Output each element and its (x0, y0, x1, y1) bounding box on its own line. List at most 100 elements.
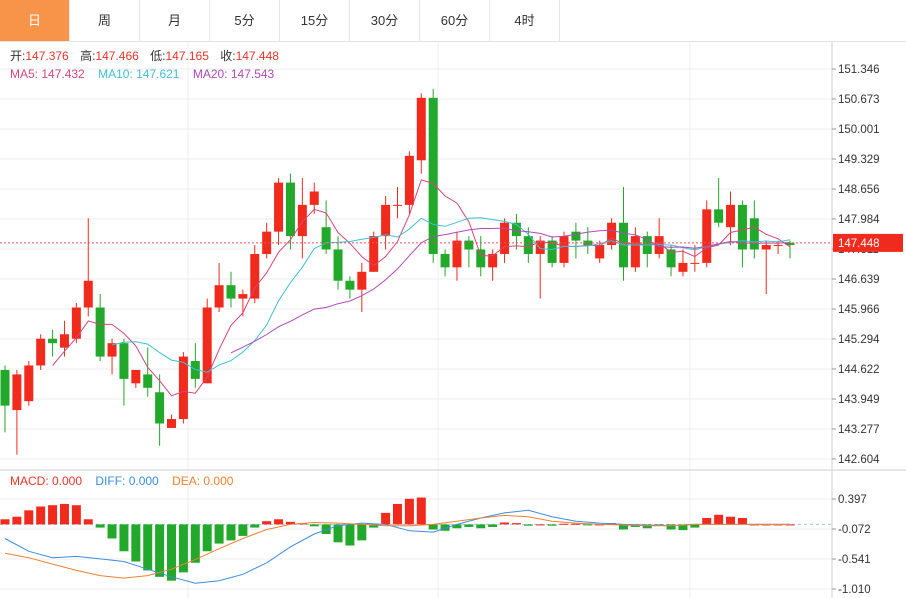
candle (416, 93, 426, 174)
candle (143, 347, 153, 397)
ma5-label: MA5: (10, 67, 41, 81)
candle-body (404, 155, 414, 205)
candle (500, 218, 510, 263)
macd-tick-label: 0.397 (838, 494, 867, 506)
candle-body (167, 419, 177, 428)
candle (452, 231, 462, 281)
macd-bar (226, 524, 236, 541)
candle (274, 178, 284, 246)
candle (488, 249, 498, 281)
candle-body (250, 253, 260, 299)
price-tick-label: 143.949 (838, 394, 880, 406)
macd-bar (404, 498, 414, 525)
macd-bar (523, 524, 533, 526)
candle-body (571, 231, 581, 241)
candle-body (178, 356, 188, 420)
macd-bar (262, 521, 272, 525)
candle (214, 262, 224, 312)
macd-bar (107, 524, 117, 539)
macd-bar (238, 524, 248, 536)
candle-body (119, 343, 129, 379)
candle-body (321, 227, 331, 250)
price-tick-label: 149.329 (838, 154, 880, 166)
price-tick-label: 144.622 (838, 364, 880, 376)
macd-bar (274, 519, 284, 525)
candle (737, 200, 747, 268)
candle (36, 334, 46, 370)
chart-grid (0, 42, 906, 598)
dea-value: 0.000 (203, 474, 233, 488)
macd-bar (167, 524, 177, 581)
candle-body (226, 285, 236, 299)
candle-body (416, 97, 426, 161)
macd-bar (381, 512, 391, 525)
ma20-label: MA20: (193, 67, 231, 81)
candle (393, 187, 402, 219)
macd-bar (476, 524, 486, 529)
candle-body (452, 240, 462, 268)
candle (48, 329, 58, 357)
diff-label: DIFF: (95, 474, 128, 488)
candle-body (678, 262, 688, 272)
macd-bar (12, 516, 22, 525)
price-tick-label: 148.656 (838, 184, 880, 196)
candle-body (24, 365, 34, 402)
dea-label: DEA: (172, 474, 203, 488)
macd-bar (416, 497, 426, 525)
price-axis: 151.346 150.673 150.001 149.329 148.656 147.9… (832, 64, 880, 466)
ma5-line (52, 179, 791, 397)
price-tick-label: 142.604 (838, 454, 880, 466)
candle-body (702, 209, 712, 263)
macd-bar (571, 523, 581, 525)
candle (24, 361, 34, 406)
macd-bar (48, 505, 58, 525)
candle-body (714, 209, 724, 223)
macd-bar (393, 503, 402, 525)
open-label: 开: (10, 49, 25, 63)
candle (0, 365, 10, 433)
macd-tick-label: -0.072 (838, 524, 871, 536)
candle (654, 218, 664, 259)
macd-bar (559, 523, 569, 525)
ma-info: MA5: 147.432 MA10: 147.621 MA20: 147.543 (10, 67, 275, 81)
low-value: 147.165 (166, 49, 210, 63)
price-tick-label: 145.294 (838, 334, 880, 346)
candle-body (238, 294, 248, 299)
candle (95, 294, 105, 362)
macd-bar (726, 516, 736, 525)
macd-bar (547, 524, 557, 526)
diff-value: 0.000 (129, 474, 159, 488)
candle (83, 218, 93, 317)
macd-bar (119, 524, 129, 552)
candle (583, 227, 593, 254)
moving-average-lines (52, 179, 791, 397)
price-tick-label: 145.966 (838, 304, 880, 316)
price-tick-label: 146.639 (838, 274, 880, 286)
candle (285, 173, 295, 250)
macd-info: MACD: 0.000 DIFF: 0.000 DEA: 0.000 (10, 474, 234, 488)
candle (381, 195, 391, 250)
close-value: 147.448 (236, 49, 280, 63)
candle (12, 369, 22, 455)
candle-body (333, 249, 343, 281)
candle-body (595, 245, 605, 259)
candle-body (749, 218, 759, 250)
macd-bar (59, 503, 69, 525)
macd-bar (488, 524, 498, 527)
candle (726, 191, 736, 246)
high-value: 147.466 (95, 49, 139, 63)
candle-body (440, 253, 450, 268)
low-label: 低: (150, 49, 165, 63)
ma5-value: 147.432 (41, 67, 85, 81)
candle (571, 222, 581, 259)
macd-bar (131, 524, 141, 562)
candle (131, 369, 141, 388)
candle (702, 200, 712, 268)
candle-body (131, 369, 141, 384)
candle-body (357, 271, 367, 290)
candle (714, 178, 724, 228)
high-label: 高: (80, 48, 95, 63)
candle-body (214, 285, 224, 308)
ma10-label: MA10: (98, 67, 136, 81)
candle-body (345, 280, 355, 290)
